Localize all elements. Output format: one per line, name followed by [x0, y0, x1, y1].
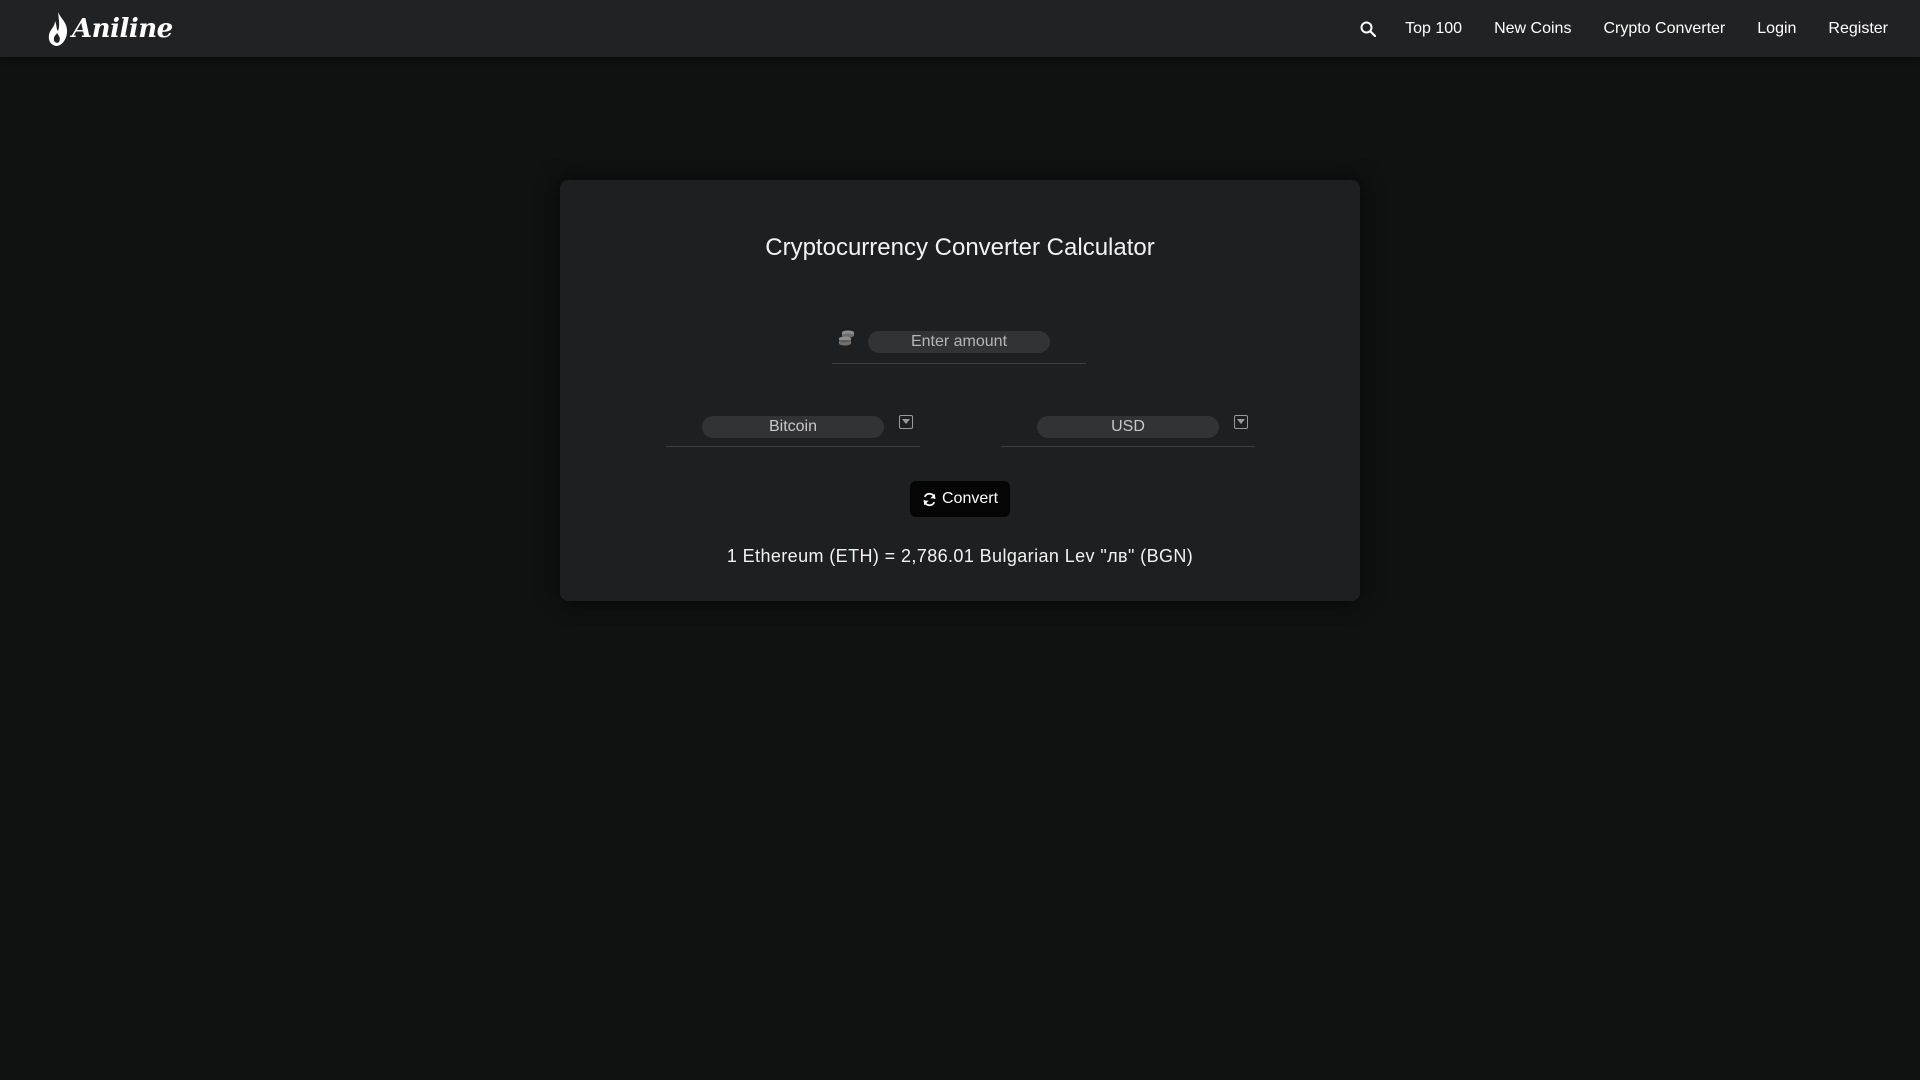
conversion-result: 1 Ethereum (ETH) = 2,786.01 Bulgarian Le…: [726, 546, 1194, 566]
converter-card: Cryptocurrency Converter Calculator Bitc…: [560, 180, 1360, 601]
chevron-down-icon[interactable]: [899, 415, 913, 429]
coins-icon: [839, 330, 854, 346]
to-currency-select[interactable]: USD: [1001, 405, 1255, 447]
main-nav: Top 100 New Coins Crypto Converter Login…: [1356, 17, 1888, 41]
nav-register[interactable]: Register: [1828, 20, 1888, 38]
nav-new-coins[interactable]: New Coins: [1494, 20, 1571, 38]
amount-input[interactable]: [868, 331, 1050, 353]
from-currency-select[interactable]: Bitcoin: [666, 405, 920, 447]
nav-crypto-converter[interactable]: Crypto Converter: [1603, 20, 1725, 38]
chevron-down-icon[interactable]: [1234, 415, 1248, 429]
nav-login[interactable]: Login: [1757, 20, 1796, 38]
top-navbar: Aniline Top 100 New Coins Crypto Convert…: [0, 0, 1920, 57]
from-currency-value[interactable]: Bitcoin: [702, 416, 884, 438]
nav-top-100[interactable]: Top 100: [1405, 20, 1462, 38]
amount-field-group: [832, 320, 1086, 364]
page-title: Cryptocurrency Converter Calculator: [765, 234, 1155, 261]
flame-logo-icon: [48, 11, 68, 46]
convert-button-label: Convert: [941, 490, 999, 507]
brand-name: Aniline: [72, 13, 173, 44]
brand-logo[interactable]: Aniline: [46, 11, 173, 47]
convert-button[interactable]: Convert: [910, 481, 1010, 517]
refresh-icon: [923, 492, 936, 506]
search-icon[interactable]: [1356, 17, 1380, 41]
to-currency-value[interactable]: USD: [1037, 416, 1219, 438]
